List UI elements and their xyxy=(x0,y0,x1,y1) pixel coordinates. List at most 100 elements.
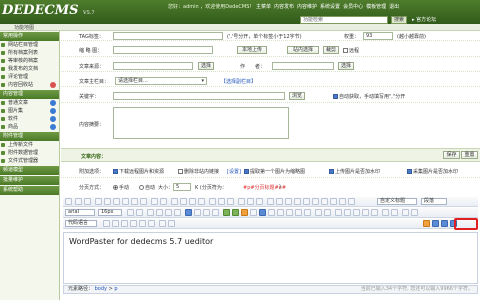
block-quote-icon[interactable] xyxy=(256,198,263,205)
redo-icon[interactable] xyxy=(84,198,91,205)
select-all-icon[interactable] xyxy=(189,198,196,205)
fullscreen-icon[interactable] xyxy=(159,220,166,227)
sidebar-section-help[interactable]: 系统帮助 xyxy=(0,186,59,195)
wordpaster-icon[interactable] xyxy=(441,220,448,227)
code-language-select[interactable]: 代码语言 xyxy=(65,220,97,227)
column-select[interactable]: 请选择栏目... ▾ xyxy=(115,77,207,85)
upload-watermark-checkbox[interactable]: 上传图片是否加水印 xyxy=(329,168,380,175)
keyword-browse-button[interactable]: 浏览 xyxy=(289,92,305,100)
sidebar-section-content[interactable]: 内容管理 xyxy=(0,90,59,99)
template-icon[interactable] xyxy=(295,209,302,216)
subscript-icon[interactable] xyxy=(140,198,147,205)
direction-ltr-icon[interactable] xyxy=(127,209,134,216)
iframe-icon[interactable] xyxy=(348,198,355,205)
hr-icon[interactable] xyxy=(321,198,328,205)
clear-doc-icon[interactable] xyxy=(198,198,205,205)
import-word-icon[interactable] xyxy=(432,220,439,227)
strikethrough-icon[interactable] xyxy=(122,198,129,205)
top-link-settings[interactable]: 系统设置 xyxy=(320,3,340,10)
split-cells-icon[interactable] xyxy=(371,209,378,216)
align-center-icon[interactable] xyxy=(194,209,201,216)
simple-upload-icon[interactable] xyxy=(223,209,230,216)
sub-column-link[interactable]: 【选择副栏目】 xyxy=(221,78,256,85)
search-replace-icon[interactable] xyxy=(315,209,322,216)
insert-col-icon[interactable] xyxy=(353,209,360,216)
drafts-icon[interactable] xyxy=(402,209,409,216)
paragraph-style-select[interactable]: 段落 xyxy=(421,198,447,205)
scrawl-icon[interactable] xyxy=(250,209,257,216)
sidebar-section-attachments[interactable]: 附件管理 xyxy=(0,132,59,141)
paging-auto-radio[interactable]: 自动 xyxy=(139,184,155,191)
unordered-list-icon[interactable] xyxy=(180,198,187,205)
paste-plain-icon[interactable] xyxy=(121,220,128,227)
author-input[interactable] xyxy=(272,62,334,70)
attachment-icon[interactable] xyxy=(277,209,284,216)
remove-format-icon[interactable] xyxy=(112,220,119,227)
reset-button[interactable]: 重置 xyxy=(461,151,478,159)
time-icon[interactable] xyxy=(303,198,310,205)
top-link-logout[interactable]: 退出 xyxy=(389,3,399,10)
insert-image-icon[interactable] xyxy=(232,209,239,216)
line-height-icon[interactable] xyxy=(227,198,234,205)
sidebar-item[interactable]: 所有档案列表 xyxy=(0,49,59,57)
sidebar-item[interactable]: 软件 xyxy=(0,115,59,123)
sidebar-item[interactable]: 上传新文件 xyxy=(0,141,59,149)
auto-keyword-checkbox[interactable]: 自动获取，手动填写用","分开 xyxy=(333,93,405,100)
paste-word-icon[interactable] xyxy=(423,220,430,227)
remote-checkbox[interactable]: 远程 xyxy=(343,47,359,54)
font-size-select[interactable]: 16px xyxy=(98,209,122,216)
thumbnail-input[interactable] xyxy=(113,46,213,54)
font-family-select[interactable]: arial xyxy=(65,209,95,216)
weight-input[interactable]: 93 xyxy=(363,32,393,40)
path-p-link[interactable]: p xyxy=(114,286,117,292)
custom-title-select[interactable]: 自定义标题 xyxy=(377,198,417,205)
table-icon[interactable] xyxy=(335,209,342,216)
image-left-icon[interactable] xyxy=(156,209,163,216)
page-break-icon[interactable] xyxy=(294,198,301,205)
undo-icon[interactable] xyxy=(75,198,82,205)
underline-icon[interactable] xyxy=(113,198,120,205)
function-search-input[interactable]: 功能检索 xyxy=(300,16,388,24)
anchor-icon[interactable] xyxy=(285,198,292,205)
background-color-icon[interactable] xyxy=(160,198,167,205)
tolowercase-icon[interactable] xyxy=(148,220,155,227)
merge-cells-icon[interactable] xyxy=(362,209,369,216)
background-icon[interactable] xyxy=(286,209,293,216)
auto-typeset-icon[interactable] xyxy=(324,209,331,216)
settings-link[interactable]: [设置] xyxy=(227,168,241,175)
insert-video-icon[interactable] xyxy=(259,209,266,216)
sidebar-item[interactable]: 文件式管理器 xyxy=(0,157,59,165)
sidebar-item[interactable]: 附件数据管理 xyxy=(0,149,59,157)
outdent-icon[interactable] xyxy=(247,198,254,205)
help-icon[interactable] xyxy=(411,209,418,216)
sidebar-item[interactable]: 我发布的文档 xyxy=(0,65,59,73)
site-select-button[interactable]: 站内选择 xyxy=(287,46,319,54)
keyword-input[interactable] xyxy=(113,92,285,100)
date-icon[interactable] xyxy=(312,198,319,205)
remove-links-checkbox[interactable]: 删除非站内链接 xyxy=(178,168,219,175)
spechars-icon[interactable] xyxy=(330,198,337,205)
top-link-maintain[interactable]: 内容维护 xyxy=(297,3,317,10)
paging-size-input[interactable]: 5 xyxy=(173,183,191,191)
sidebar-item[interactable]: 商品 xyxy=(0,123,59,131)
save-button[interactable]: 保存 xyxy=(443,151,460,159)
top-link-members[interactable]: 会员中心 xyxy=(343,3,363,10)
first-image-thumb-checkbox[interactable]: 提取第一个图片为缩略图 xyxy=(244,168,305,175)
align-left-icon[interactable] xyxy=(185,209,192,216)
source-select-button[interactable]: 选择 xyxy=(198,62,214,70)
insert-row-icon[interactable] xyxy=(344,209,351,216)
paragraph-icon[interactable] xyxy=(209,198,216,205)
tag-input[interactable] xyxy=(113,32,223,40)
bold-icon[interactable] xyxy=(95,198,102,205)
font-color-icon[interactable] xyxy=(151,198,158,205)
print-icon[interactable] xyxy=(382,209,389,216)
author-select-button[interactable]: 选择 xyxy=(338,62,354,70)
direction-rtl-icon[interactable] xyxy=(136,209,143,216)
path-body-link[interactable]: body xyxy=(95,286,107,292)
sidebar-section-models[interactable]: 频道模型 xyxy=(0,166,59,175)
crop-button[interactable]: 裁剪 xyxy=(323,46,339,54)
music-icon[interactable] xyxy=(268,209,275,216)
ordered-list-icon[interactable] xyxy=(171,198,178,205)
sidebar-section-common[interactable]: 常用操作 xyxy=(0,32,59,41)
local-upload-button[interactable]: 本地上传 xyxy=(237,46,267,54)
